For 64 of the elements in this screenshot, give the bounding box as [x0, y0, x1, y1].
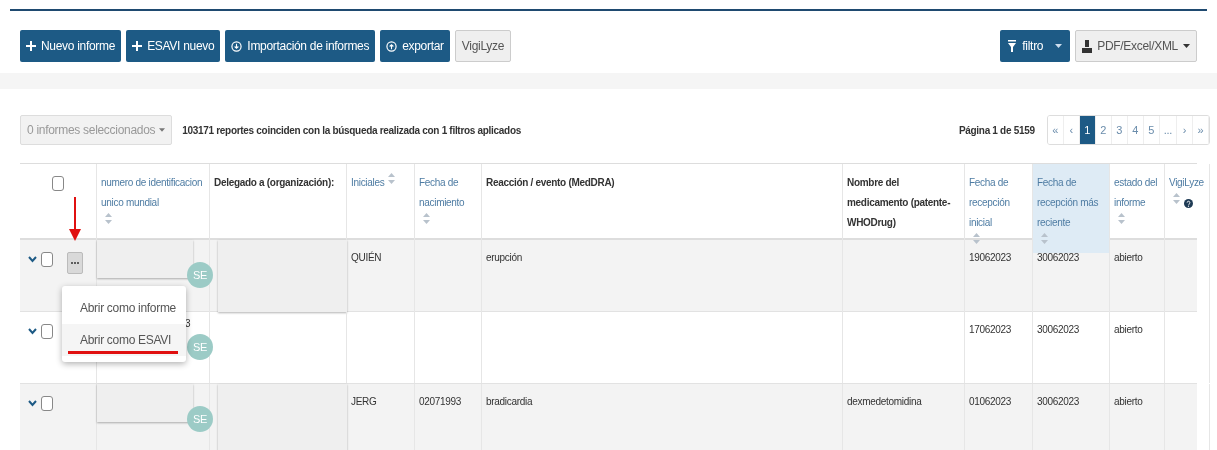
export-dropdown[interactable]: PDF/Excel/XML	[1075, 30, 1197, 62]
page-link[interactable]: «	[1047, 116, 1064, 144]
table-cell: bradicardia	[486, 396, 533, 407]
column-header: Delegado a (organización):	[214, 176, 334, 190]
results-summary: 103171 reportes coinciden con la búsqueda realizada con 1 filtros aplicados	[182, 123, 521, 138]
table-cell: 30062023	[1037, 252, 1080, 263]
table-cell: 19062023	[969, 252, 1012, 263]
filter-icon	[1008, 40, 1017, 52]
table-cell: 30062023	[1037, 324, 1080, 335]
checkbox[interactable]	[41, 252, 53, 267]
toolbar-button[interactable]: Nuevo informe	[20, 30, 122, 62]
table-cell: 30062023	[1037, 396, 1080, 407]
source-badge: SE	[187, 262, 213, 288]
upload-icon	[386, 40, 398, 52]
table-cell: abierto	[1114, 252, 1143, 263]
plus-icon	[132, 41, 143, 51]
chevron-down-icon[interactable]	[28, 328, 37, 335]
caret-icon	[159, 128, 166, 132]
menu-item[interactable]: Abrir como informe	[80, 301, 176, 315]
table-cell: 01062023	[969, 396, 1012, 407]
table-cell: erupción	[486, 252, 522, 263]
toolbar-button[interactable]: Importación de informes	[225, 30, 376, 62]
sort-icon[interactable]	[388, 173, 396, 184]
annotation-arrow	[69, 197, 81, 241]
sort-icon[interactable]	[1118, 213, 1125, 224]
toolbar-button[interactable]: ESAVI nuevo	[126, 30, 221, 62]
chevron-down-icon[interactable]	[28, 256, 37, 263]
caret-icon	[1055, 44, 1063, 48]
vigilyze-button[interactable]: VigiLyze	[454, 30, 512, 62]
checkbox[interactable]	[41, 396, 53, 411]
table-cell-text: 3	[185, 317, 191, 331]
printer-icon	[1082, 39, 1093, 53]
table-cell: abierto	[1114, 324, 1143, 335]
sort-icon[interactable]	[973, 233, 980, 244]
chevron-down-icon[interactable]	[28, 400, 37, 407]
column-header[interactable]: estado del informe	[1114, 173, 1160, 213]
column-header[interactable]: Iniciales	[351, 173, 385, 193]
column-header: Nombre del medicamento (patente-WHODrug)	[847, 176, 952, 230]
plus-icon	[26, 41, 36, 51]
column-header[interactable]: Fecha de recepción inicial	[969, 173, 1028, 233]
page-info: Página 1 de 5159	[958, 123, 1035, 138]
toolbar-button[interactable]: exportar	[380, 30, 450, 62]
sort-icon[interactable]	[105, 213, 112, 224]
selection-dropdown[interactable]: 0 informes seleccionados	[20, 115, 173, 145]
source-badge: SE	[187, 406, 213, 432]
table-cell: QUIÉN	[351, 252, 382, 263]
sort-icon[interactable]	[423, 213, 430, 224]
help-icon[interactable]	[1184, 198, 1193, 208]
filter-button[interactable]: filtro	[1000, 30, 1071, 62]
checkbox[interactable]	[41, 324, 53, 339]
table-cell: 17062023	[969, 324, 1012, 335]
column-header[interactable]: numero de identificacion unico mundial	[101, 173, 205, 213]
table-cell: JERG	[351, 396, 377, 407]
caret-icon	[1183, 44, 1190, 48]
more-button[interactable]	[67, 252, 83, 274]
download-icon	[231, 40, 243, 52]
table-cell: dexmedetomidina	[847, 396, 922, 407]
table-cell: abierto	[1114, 396, 1143, 407]
table-cell: 02071993	[419, 396, 462, 407]
checkbox[interactable]	[52, 176, 64, 191]
column-header[interactable]: VigiLyze	[1169, 173, 1204, 193]
column-header[interactable]: Fecha de nacimiento	[419, 173, 477, 213]
source-badge: SE	[187, 334, 213, 360]
column-header: Reacción / evento (MedDRA)	[486, 176, 615, 190]
